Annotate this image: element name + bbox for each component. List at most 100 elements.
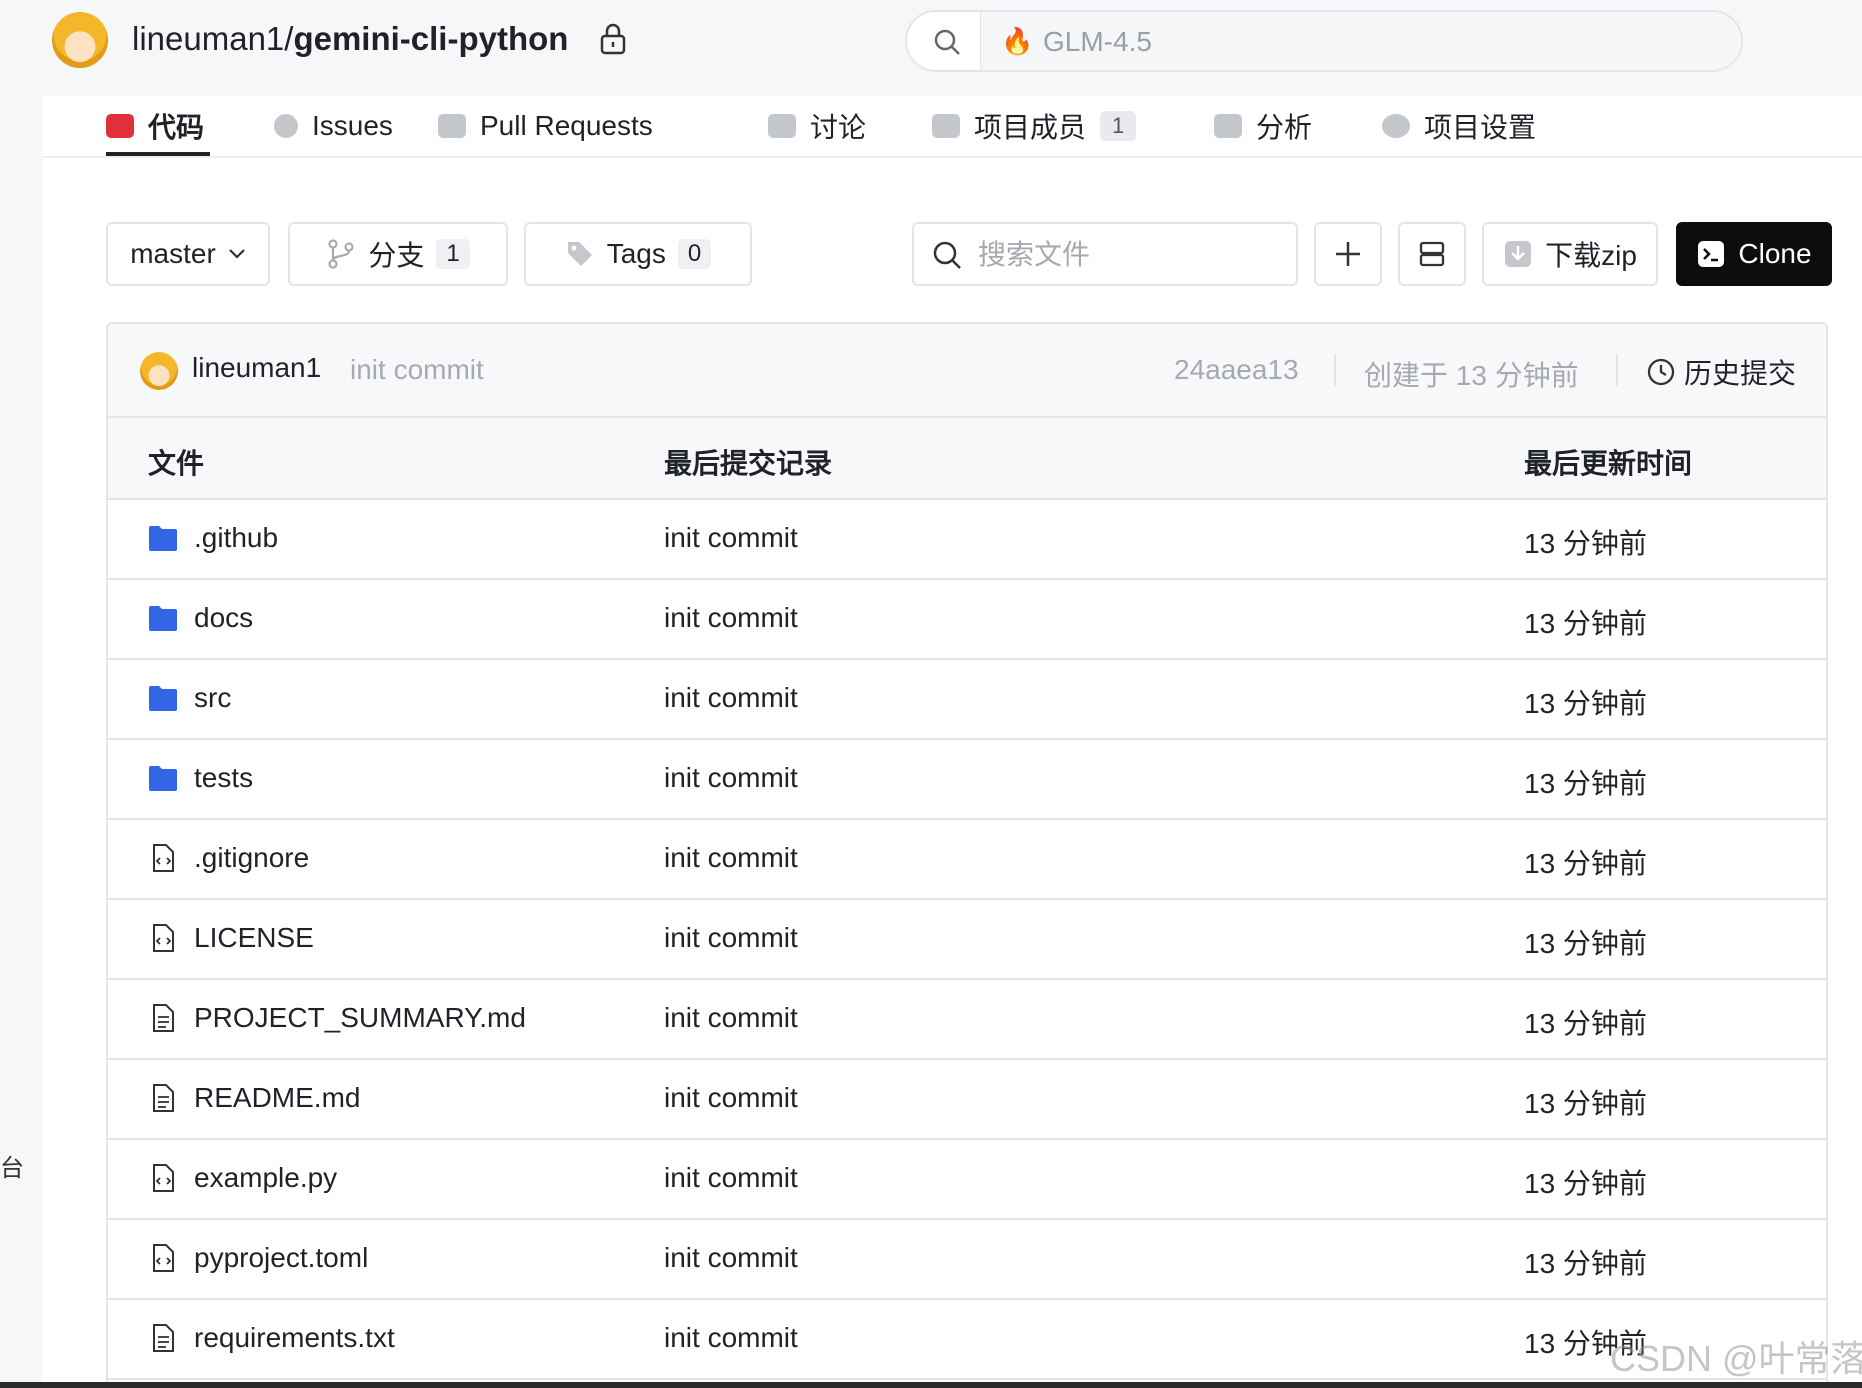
file-updated-time: 13 分钟前	[1524, 768, 1647, 799]
file-commit-link[interactable]: init commit	[664, 842, 798, 874]
search-icon	[934, 29, 960, 55]
file-commit-link[interactable]: init commit	[664, 922, 798, 954]
active-tab-indicator	[106, 152, 210, 156]
file-name-link[interactable]: .github	[194, 522, 278, 554]
file-name-link[interactable]: tests	[194, 762, 253, 794]
table-row[interactable]: requirements.txt init commit 13 分钟前	[108, 1300, 1826, 1380]
members-icon	[932, 114, 960, 138]
chevron-down-icon	[229, 249, 245, 259]
text-file-icon	[148, 1084, 178, 1112]
clone-label: Clone	[1738, 238, 1812, 269]
code-icon	[106, 114, 134, 138]
repo-toolbar: master 分支 1 Tags 0 搜索文件 下载zip Clone	[106, 222, 1862, 286]
table-row[interactable]: pyproject.toml init commit 13 分钟前	[108, 1220, 1826, 1300]
tab-settings[interactable]: 项目设置	[1382, 96, 1536, 156]
column-header-last-commit: 最后提交记录	[664, 448, 833, 479]
tags-count-badge: 0	[677, 239, 712, 269]
folder-icon	[148, 524, 178, 552]
search-icon	[933, 241, 961, 269]
file-search-box[interactable]	[912, 222, 1298, 286]
repo-header: lineuman1/gemini-cli-python 🔥 GLM-4.5	[0, 0, 1862, 96]
file-updated-time: 13 分钟前	[1524, 688, 1647, 719]
tab-label: 讨论	[810, 112, 867, 143]
text-file-icon	[148, 1004, 178, 1032]
tab-label: Issues	[312, 110, 393, 141]
table-row[interactable]: README.md init commit 13 分钟前	[108, 1060, 1826, 1140]
code-file-icon	[148, 844, 178, 872]
file-commit-link[interactable]: init commit	[664, 522, 798, 554]
file-updated-time: 13 分钟前	[1524, 1248, 1647, 1279]
add-file-button[interactable]	[1314, 222, 1382, 286]
table-row[interactable]: LICENSE init commit 13 分钟前	[108, 900, 1826, 980]
layout-toggle-button[interactable]	[1398, 222, 1466, 286]
tab-issues[interactable]: Issues	[274, 96, 393, 156]
tag-icon	[567, 242, 592, 266]
file-updated-time: 13 分钟前	[1524, 1168, 1647, 1199]
owner-avatar[interactable]	[52, 12, 108, 68]
table-row[interactable]: PROJECT_SUMMARY.md init commit 13 分钟前	[108, 980, 1826, 1060]
commit-author-avatar-wrap	[140, 352, 178, 395]
branch-select[interactable]: master	[106, 222, 270, 286]
table-row[interactable]: docs init commit 13 分钟前	[108, 580, 1826, 660]
terminal-icon	[1698, 241, 1725, 267]
gear-icon	[1382, 114, 1410, 138]
branches-button[interactable]: 分支 1	[288, 222, 508, 286]
file-name-link[interactable]: example.py	[194, 1162, 337, 1194]
tab-analytics[interactable]: 分析	[1214, 96, 1312, 156]
watermark-text: CSDN @叶常落	[1610, 1338, 1862, 1379]
repo-name-link[interactable]: gemini-cli-python	[293, 20, 568, 57]
column-header-file: 文件	[148, 448, 205, 479]
table-row[interactable]: example.py init commit 13 分钟前	[108, 1140, 1826, 1220]
commit-author-avatar[interactable]	[140, 352, 178, 390]
commit-history-link[interactable]: 历史提交	[1646, 352, 1796, 392]
file-commit-link[interactable]: init commit	[664, 1002, 798, 1034]
global-search-box[interactable]: 🔥 GLM-4.5	[905, 10, 1743, 72]
file-name-link[interactable]: LICENSE	[194, 922, 314, 954]
file-commit-link[interactable]: init commit	[664, 602, 798, 634]
code-file-icon	[148, 1244, 178, 1272]
folder-icon	[148, 604, 178, 632]
file-name-link[interactable]: src	[194, 682, 231, 714]
tags-button[interactable]: Tags 0	[524, 222, 752, 286]
file-search-input[interactable]	[978, 236, 1278, 274]
file-table-body: .github init commit 13 分钟前 docs init commit 1…	[108, 500, 1826, 1380]
commit-hash[interactable]: 24aaea13	[1174, 354, 1299, 386]
tab-pull-requests[interactable]: Pull Requests	[438, 96, 653, 156]
file-name-link[interactable]: docs	[194, 602, 253, 634]
table-row[interactable]: .gitignore init commit 13 分钟前	[108, 820, 1826, 900]
file-updated-time: 13 分钟前	[1524, 1088, 1647, 1119]
file-updated-time: 13 分钟前	[1524, 848, 1647, 879]
branch-icon	[328, 239, 354, 269]
table-row[interactable]: src init commit 13 分钟前	[108, 660, 1826, 740]
repo-title: lineuman1/gemini-cli-python	[132, 20, 568, 58]
table-row[interactable]: tests init commit 13 分钟前	[108, 740, 1826, 820]
branches-label: 分支	[368, 240, 425, 271]
commit-author[interactable]: lineuman1	[192, 352, 321, 384]
table-row[interactable]: .github init commit 13 分钟前	[108, 500, 1826, 580]
file-commit-link[interactable]: init commit	[664, 682, 798, 714]
file-commit-link[interactable]: init commit	[664, 1162, 798, 1194]
left-cropped-glyph: 台	[0, 1155, 24, 1182]
file-name-link[interactable]: pyproject.toml	[194, 1242, 368, 1274]
file-name-link[interactable]: requirements.txt	[194, 1322, 395, 1354]
file-commit-link[interactable]: init commit	[664, 1082, 798, 1114]
tab-members[interactable]: 项目成员 1	[932, 96, 1137, 156]
latest-commit-bar: lineuman1 init commit 24aaea13 创建于 13 分钟…	[108, 324, 1826, 418]
file-commit-link[interactable]: init commit	[664, 1242, 798, 1274]
download-zip-button[interactable]: 下载zip	[1482, 222, 1658, 286]
file-commit-link[interactable]: init commit	[664, 1322, 798, 1354]
file-name-link[interactable]: .gitignore	[194, 842, 309, 874]
file-name-link[interactable]: PROJECT_SUMMARY.md	[194, 1002, 526, 1034]
fire-icon: 🔥	[1001, 26, 1034, 56]
main-content: 代码 Issues Pull Requests 讨论 项目成员 1 分析 项目设…	[42, 96, 1862, 1388]
clone-button[interactable]: Clone	[1676, 222, 1832, 286]
tab-discussions[interactable]: 讨论	[768, 96, 866, 156]
code-file-icon	[148, 924, 178, 952]
column-header-updated: 最后更新时间	[1524, 448, 1693, 479]
tab-code[interactable]: 代码	[106, 96, 204, 156]
commit-message[interactable]: init commit	[350, 354, 484, 386]
plus-icon	[1336, 242, 1360, 266]
file-commit-link[interactable]: init commit	[664, 762, 798, 794]
file-name-link[interactable]: README.md	[194, 1082, 360, 1114]
repo-owner-link[interactable]: lineuman1/	[132, 20, 293, 57]
